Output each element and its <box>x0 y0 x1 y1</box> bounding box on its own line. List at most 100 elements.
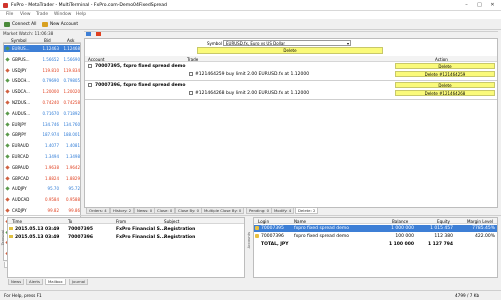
delete-account-button[interactable]: Delete <box>395 63 495 69</box>
order-checkbox[interactable] <box>189 72 193 76</box>
minimize-button[interactable]: – <box>462 2 471 8</box>
delete-order-button[interactable]: Delete #121464259 <box>395 71 495 77</box>
column-margin-level: Margin Level <box>467 219 494 224</box>
mail-row[interactable]: 2015.05.13 03:49 70007396 FxPro Financia… <box>8 234 244 241</box>
app-icon <box>3 3 8 8</box>
account-checkbox[interactable] <box>88 83 92 87</box>
symbol-select[interactable]: EURUSD.fx, Euro vs US Dollar ▾ <box>223 40 351 46</box>
market-ask: 0.74258 <box>63 100 80 105</box>
menu-window[interactable]: Window <box>54 12 71 17</box>
market-symbol: EURJPY <box>12 121 27 127</box>
price-down-icon <box>5 67 10 73</box>
tab-journal[interactable]: Journal <box>69 279 89 285</box>
account-row[interactable]: 70007395 fxpro fixed spread demo 1 000 0… <box>254 225 497 232</box>
account-name: 70007395, fxpro fixed spread demo <box>95 64 186 69</box>
tab-delete[interactable]: Delete: 2 <box>295 208 319 214</box>
account-equity: 112 380 <box>434 234 453 239</box>
price-up-icon <box>5 186 10 192</box>
tab-news-terminal[interactable]: News <box>8 279 25 285</box>
column-equity: Equity <box>437 219 450 224</box>
delete-account-button[interactable]: Delete <box>395 82 495 88</box>
market-watch-row[interactable]: USDJPY 119.810 119.834 <box>4 67 80 74</box>
accounts-header: Login Name Balance Equity Margin Level <box>254 218 497 224</box>
market-symbol: USDCA... <box>12 89 30 95</box>
account-balance: 1 000 000 <box>391 226 414 231</box>
maximize-button[interactable]: □ <box>475 2 484 8</box>
trade-grid-header: Account Trade Action <box>85 56 497 62</box>
column-action: Action <box>435 57 448 62</box>
terminal-tabs: News Alerts Mailbox Journal <box>7 279 245 285</box>
market-symbol: AUDCAD <box>12 197 30 203</box>
market-ask: 0.9588 <box>66 197 80 203</box>
market-bid: 1.8824 <box>45 175 59 181</box>
market-watch-row[interactable]: AUDUS... 0.71670 0.71892 <box>4 110 80 117</box>
tab-modify[interactable]: Modify: 4 <box>271 208 295 214</box>
market-watch-row[interactable]: EURUS... 1.12463 1.12468 <box>4 45 80 52</box>
market-watch-row[interactable]: NZDUS... 0.74240 0.74258 <box>4 99 80 106</box>
market-bid: 99.82 <box>47 208 59 213</box>
order-checkbox[interactable] <box>189 91 193 95</box>
market-ask: 1.4081 <box>66 143 80 149</box>
market-ask: 0.71892 <box>63 110 80 116</box>
tab-news[interactable]: News: 0 <box>134 208 156 214</box>
column-subject: Subject <box>164 219 180 224</box>
market-ask: 1.12468 <box>63 46 80 51</box>
market-bid: 1.12463 <box>42 46 59 51</box>
new-account-button[interactable]: New Account <box>42 21 78 28</box>
market-watch-row[interactable]: GBPCAD 1.8824 1.8829 <box>4 175 80 182</box>
tab-mailbox[interactable]: Mailbox <box>45 279 66 285</box>
market-watch-row[interactable]: GBPJPY 187.974 188.001 <box>4 131 80 138</box>
price-down-icon <box>5 197 10 202</box>
menu-view[interactable]: View <box>20 12 30 17</box>
market-ask: 188.001 <box>63 132 80 138</box>
trade-panel: Symbol EURUSD.fx, Euro vs US Dollar ▾ De… <box>84 38 498 208</box>
market-watch-row[interactable]: EURJPY 134.746 134.760 <box>4 121 80 128</box>
market-ask: 0.79805 <box>63 78 80 84</box>
market-watch-row[interactable]: EURCAD 1.3494 1.3498 <box>4 153 80 160</box>
market-watch-row[interactable]: USDCA... 1.20000 1.20020 <box>4 88 80 95</box>
tab-pending[interactable]: Pending: 0 <box>246 208 273 214</box>
account-name: 70007396, fxpro fixed spread demo <box>95 83 186 88</box>
account-row[interactable]: 70007396 fxpro fixed spread demo 100 000… <box>254 233 497 240</box>
market-ask: 1.9642 <box>66 164 80 170</box>
account-equity: 1 015 457 <box>430 226 453 231</box>
tab-multiple-close-by[interactable]: Multiple Close By: 0 <box>201 208 245 214</box>
account-checkbox[interactable] <box>88 64 92 68</box>
menu-file[interactable]: File <box>6 12 13 17</box>
market-symbol: AUDJPY <box>12 186 27 192</box>
market-symbol: USDCH... <box>12 78 31 84</box>
market-watch-row[interactable]: GBPAUD 1.9638 1.9642 <box>4 164 80 171</box>
market-watch-row[interactable]: AUDCAD 0.9584 0.9588 <box>4 196 80 203</box>
accounts-panel: Login Name Balance Equity Margin Level 7… <box>253 217 498 278</box>
column-from: From <box>116 219 127 224</box>
tab-alerts[interactable]: Alerts <box>26 279 44 285</box>
title-bar: FxPro - MetaTrader - MultiTerminal - FxP… <box>0 0 501 11</box>
delete-all-button[interactable]: Delete <box>197 47 383 54</box>
market-watch-row[interactable]: CADJPY 99.82 99.86 <box>4 207 80 214</box>
tab-close[interactable]: Close: 0 <box>154 208 176 214</box>
top-separator <box>84 31 498 32</box>
mail-row[interactable]: 2015.05.13 03:49 70007395 FxPro Financia… <box>8 226 244 233</box>
connect-all-button[interactable]: Connect All <box>4 21 36 28</box>
price-up-icon <box>5 132 10 138</box>
pending-order-icon[interactable] <box>96 32 101 36</box>
market-order-icon[interactable] <box>86 32 91 36</box>
menu-trade[interactable]: Trade <box>36 12 48 17</box>
menu-help[interactable]: Help <box>76 12 86 17</box>
connect-all-label: Connect All <box>12 22 37 27</box>
tab-history[interactable]: History: 2 <box>110 208 135 214</box>
market-watch-row[interactable]: GBPUS... 1.56652 1.56690 <box>4 56 80 63</box>
mail-time: 2015.05.13 03:49 <box>15 235 60 240</box>
account-icon <box>255 226 259 230</box>
delete-order-button[interactable]: Delete #121464268 <box>395 90 495 96</box>
status-traffic: 4799 / 7 Kb <box>455 293 480 298</box>
market-watch-row[interactable]: EURAUD 1.4077 1.4081 <box>4 142 80 149</box>
market-watch-row[interactable]: USDCH... 0.79690 0.79805 <box>4 77 80 84</box>
tab-orders[interactable]: Orders: 4 <box>86 208 110 214</box>
close-button[interactable]: ✕ <box>488 2 497 8</box>
tab-close-by[interactable]: Close By: 0 <box>175 208 203 214</box>
market-watch-row[interactable]: AUDJPY 95.70 95.72 <box>4 185 80 192</box>
price-up-icon <box>5 143 10 148</box>
status-bar: For Help, press F1 4799 / 7 Kb <box>0 290 501 300</box>
account-login: 70007395 <box>261 226 284 231</box>
